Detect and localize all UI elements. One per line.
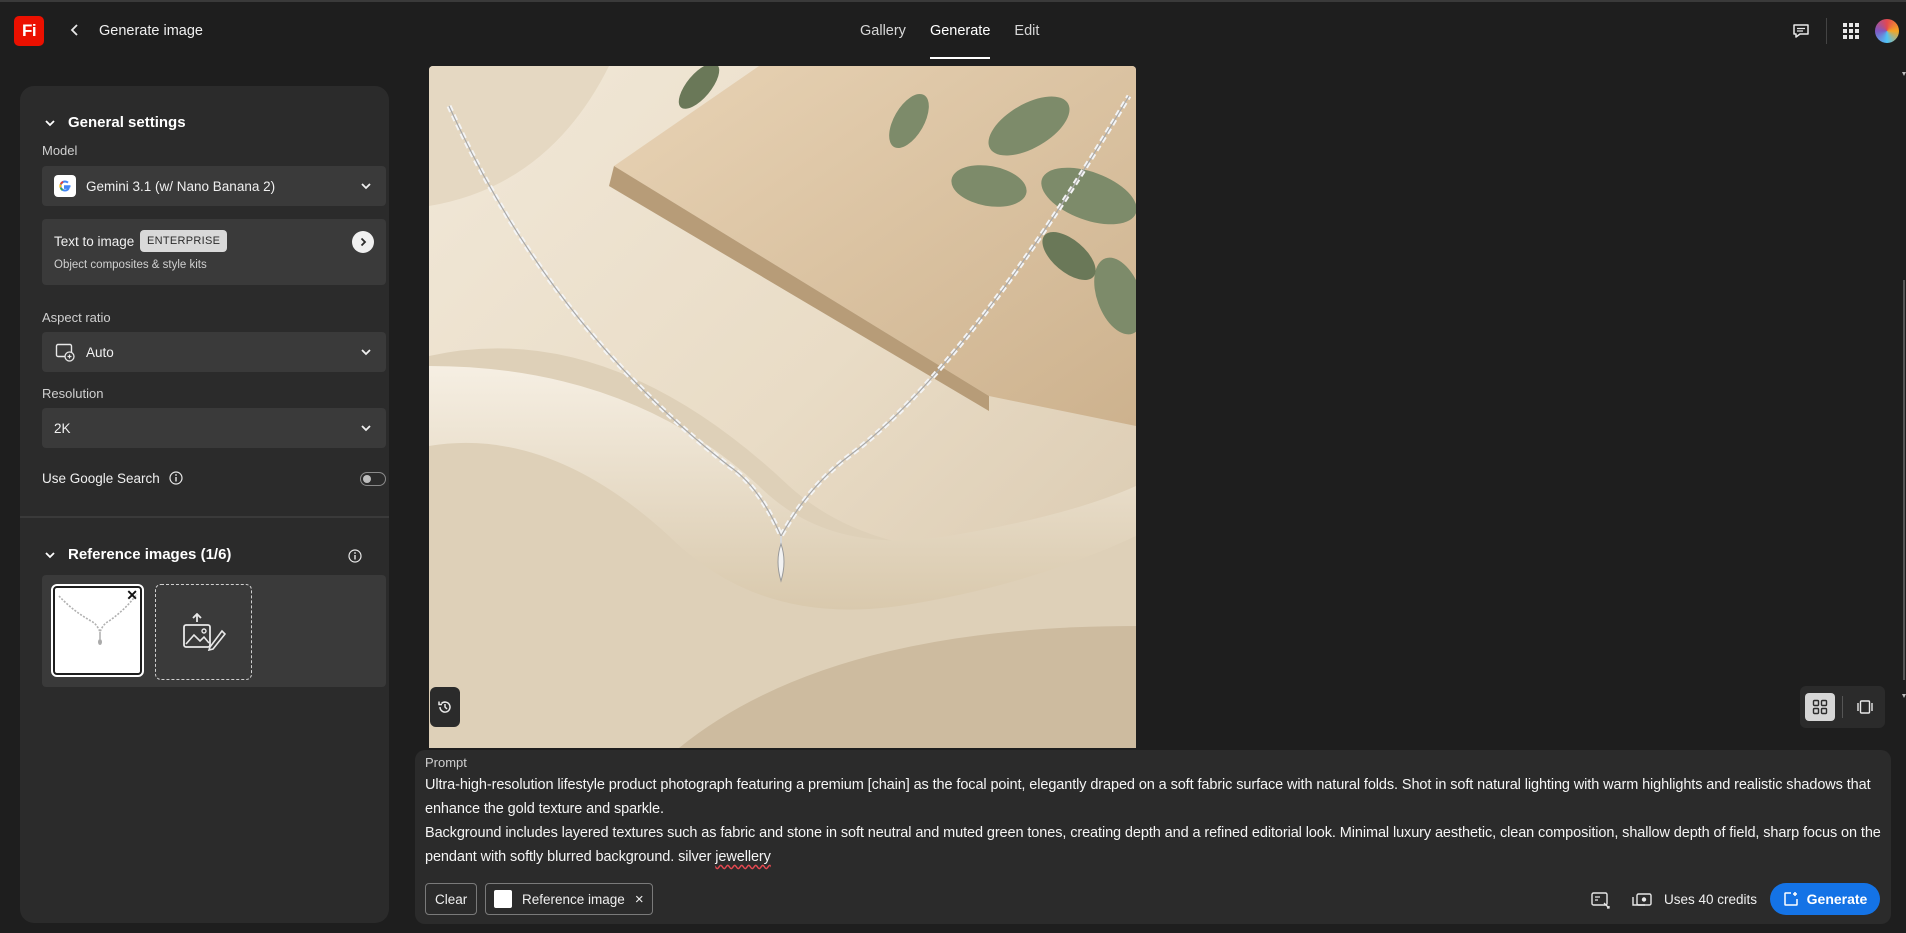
scrollbar[interactable] <box>1902 70 1906 700</box>
prompt-input[interactable]: Ultra-high-resolution lifestyle product … <box>425 773 1885 869</box>
single-view-button[interactable] <box>1850 693 1880 721</box>
page-title: Generate image <box>99 23 203 39</box>
header-divider <box>1826 18 1827 44</box>
resolution-label: Resolution <box>42 386 104 401</box>
necklace-photo <box>429 66 1136 748</box>
info-icon[interactable] <box>168 470 184 486</box>
resolution-value: 2K <box>54 420 71 436</box>
google-search-toggle[interactable] <box>360 472 386 486</box>
generated-image[interactable] <box>429 66 1136 748</box>
apps-button[interactable] <box>1840 20 1862 42</box>
tab-generate[interactable]: Generate <box>929 2 991 60</box>
chevron-down-icon <box>42 115 58 131</box>
credits-icon <box>1631 889 1653 911</box>
section-divider <box>20 516 389 518</box>
prompt-panel: Prompt Ultra-high-resolution lifestyle p… <box>415 750 1891 924</box>
image-settings-button[interactable] <box>1590 889 1612 911</box>
main-tabs: Gallery Generate Edit <box>860 2 1063 60</box>
model-select[interactable]: Gemini 3.1 (w/ Nano Banana 2) <box>42 166 386 206</box>
history-button[interactable] <box>430 687 460 727</box>
tab-edit[interactable]: Edit <box>1014 2 1039 60</box>
misspelled-word[interactable]: jewellery <box>715 849 771 865</box>
google-search-label: Use Google Search <box>42 470 160 486</box>
chevron-down-icon <box>42 547 58 563</box>
resolution-select[interactable]: 2K <box>42 408 386 448</box>
apps-grid-icon <box>1843 23 1859 39</box>
general-settings-header[interactable]: General settings <box>42 114 186 131</box>
mode-subtitle: Object composites & style kits <box>54 259 207 271</box>
text-to-image-card[interactable]: Text to image ENTERPRISE Object composit… <box>42 219 386 285</box>
reference-images-tray: ✕ <box>42 575 386 687</box>
prompt-paragraph: Background includes layered textures suc… <box>425 821 1885 869</box>
arrow-right-icon[interactable] <box>352 231 374 253</box>
prompt-text-segment: Background includes layered textures suc… <box>425 825 1881 865</box>
aspect-ratio-icon <box>54 341 76 363</box>
close-icon[interactable]: × <box>635 891 644 908</box>
reference-image-thumbnail[interactable]: ✕ <box>51 584 144 677</box>
prompt-label: Prompt <box>425 755 467 770</box>
aspect-ratio-label: Aspect ratio <box>42 310 111 325</box>
view-mode-toggle <box>1800 686 1885 728</box>
back-button[interactable] <box>64 19 86 41</box>
generate-label: Generate <box>1806 891 1868 907</box>
credits-label: Uses 40 credits <box>1664 892 1758 907</box>
google-search-row: Use Google Search <box>42 467 386 489</box>
chevron-down-icon <box>358 344 374 360</box>
general-settings-title: General settings <box>68 114 186 131</box>
generate-icon <box>1783 891 1799 907</box>
tab-gallery[interactable]: Gallery <box>860 2 906 60</box>
feedback-button[interactable] <box>1790 20 1812 42</box>
prompt-paragraph: Ultra-high-resolution lifestyle product … <box>425 777 1871 817</box>
model-value: Gemini 3.1 (w/ Nano Banana 2) <box>86 178 276 194</box>
remove-reference-icon[interactable]: ✕ <box>126 588 138 602</box>
upload-image-icon <box>182 613 226 651</box>
reference-image-chip[interactable]: Reference image × <box>485 883 653 915</box>
mode-title: Text to image <box>54 234 135 249</box>
aspect-ratio-value: Auto <box>86 344 114 360</box>
model-label: Model <box>42 143 78 158</box>
top-bar: Fi Generate image Gallery Generate Edit <box>0 0 1906 60</box>
info-icon[interactable] <box>346 547 364 565</box>
settings-panel: General settings Model Gemini 3.1 (w/ Na… <box>20 86 389 923</box>
grid-view-button[interactable] <box>1805 693 1835 721</box>
grid-icon <box>1812 699 1828 715</box>
feedback-icon <box>1793 24 1809 38</box>
history-icon <box>438 701 451 713</box>
chevron-left-icon <box>70 24 78 36</box>
carousel-icon <box>1857 700 1873 714</box>
reference-images-title: Reference images (1/6) <box>68 546 232 563</box>
clear-button[interactable]: Clear <box>425 883 478 915</box>
generate-button[interactable]: Generate <box>1770 883 1880 915</box>
reference-images-header[interactable]: Reference images (1/6) <box>42 546 231 563</box>
reference-thumbnail-icon <box>494 890 512 908</box>
avatar[interactable] <box>1875 19 1899 43</box>
image-settings-icon <box>1591 892 1610 909</box>
aspect-ratio-select[interactable]: Auto <box>42 332 386 372</box>
google-icon <box>54 175 76 197</box>
upload-reference-button[interactable] <box>155 584 252 680</box>
chip-label: Reference image <box>522 891 625 907</box>
chevron-down-icon <box>358 420 374 436</box>
chevron-down-icon <box>358 178 374 194</box>
enterprise-badge: ENTERPRISE <box>140 230 228 252</box>
app-logo[interactable]: Fi <box>14 16 44 46</box>
